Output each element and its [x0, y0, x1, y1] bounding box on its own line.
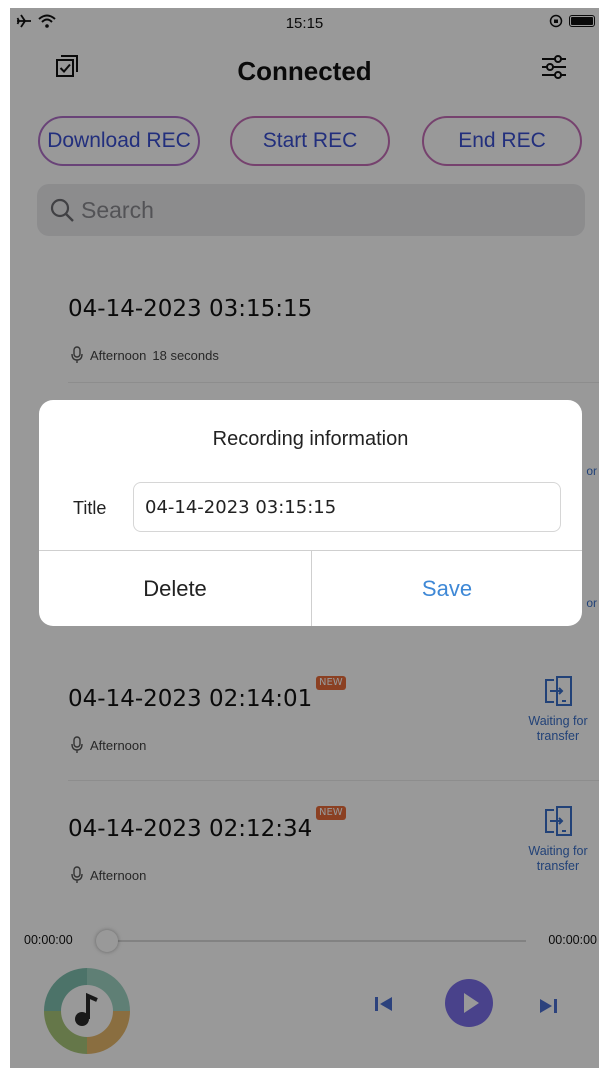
delete-button[interactable]: Delete: [39, 551, 311, 626]
recording-info-dialog: Recording information Title Delete Save: [39, 400, 582, 626]
save-button[interactable]: Save: [312, 551, 582, 626]
app-screen: 15:15 Connected Download REC Start REC E…: [10, 8, 599, 1068]
dialog-title: Recording information: [212, 428, 409, 450]
title-field[interactable]: [133, 482, 561, 532]
title-field-label: Title: [73, 498, 107, 518]
